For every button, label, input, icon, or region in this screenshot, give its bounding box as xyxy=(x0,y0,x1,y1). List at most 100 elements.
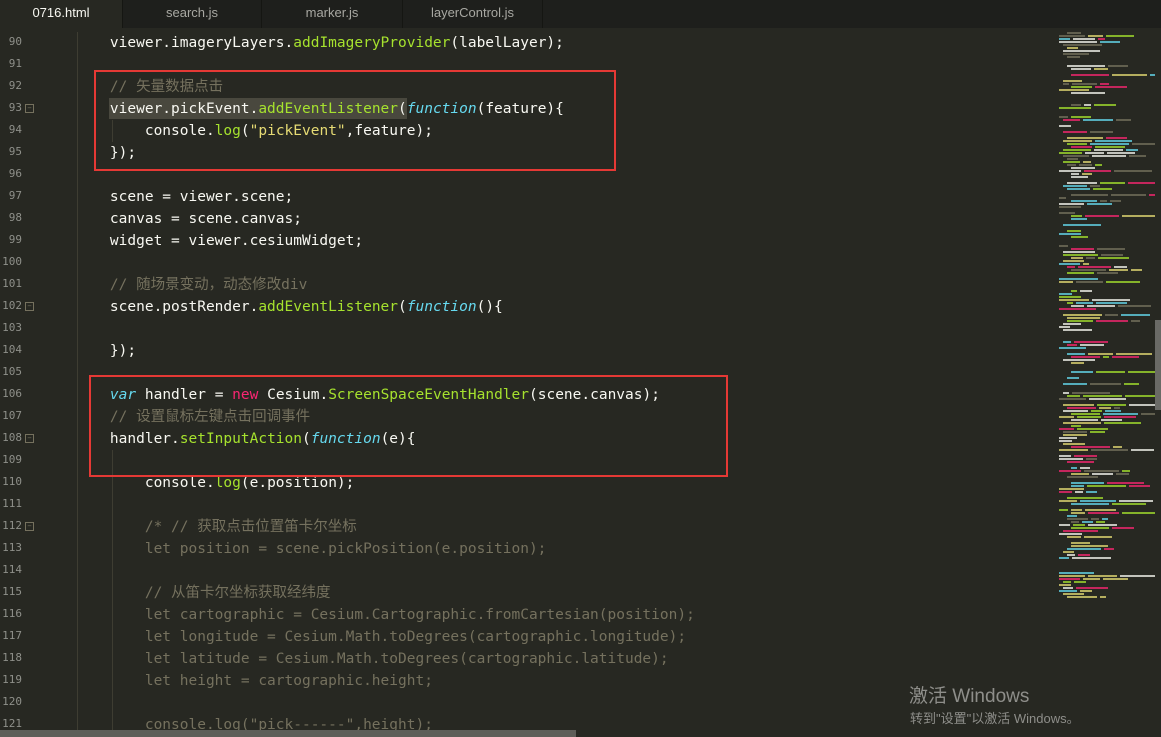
minimap-line xyxy=(1067,377,1079,379)
minimap-line xyxy=(1095,86,1127,88)
minimap-line xyxy=(1063,434,1087,436)
minimap-line xyxy=(1059,347,1086,349)
code-line: let cartographic = Cesium.Cartographic.f… xyxy=(75,604,695,626)
minimap-line xyxy=(1059,233,1081,235)
minimap-line xyxy=(1063,251,1095,253)
minimap-line xyxy=(1112,527,1134,529)
minimap-line xyxy=(1092,473,1113,475)
minimap-line xyxy=(1067,143,1087,145)
minimap-line xyxy=(1059,578,1080,580)
minimap-line xyxy=(1090,431,1105,433)
minimap-line xyxy=(1083,119,1113,121)
minimap-line xyxy=(1095,140,1132,142)
minimap-line xyxy=(1072,392,1110,394)
minimap-line xyxy=(1073,38,1095,40)
horizontal-scrollbar[interactable] xyxy=(0,730,576,737)
minimap-line xyxy=(1059,437,1077,439)
minimap-line xyxy=(1100,41,1120,43)
minimap-line xyxy=(1083,161,1091,163)
minimap-line xyxy=(1141,413,1155,415)
minimap-line xyxy=(1063,50,1100,52)
minimap-line xyxy=(1063,404,1094,406)
minimap-line xyxy=(1059,152,1082,154)
minimap-line xyxy=(1063,161,1080,163)
minimap-line xyxy=(1067,344,1077,346)
minimap-line xyxy=(1072,557,1111,559)
minimap-line xyxy=(1067,554,1075,556)
minimap-line xyxy=(1098,257,1129,259)
minimap-line xyxy=(1122,512,1155,514)
minimap-line xyxy=(1073,524,1085,526)
minimap-line xyxy=(1067,302,1073,304)
activation-watermark-title: 激活 Windows xyxy=(909,686,1030,707)
minimap-line xyxy=(1071,269,1106,271)
code-token: (labelLayer); xyxy=(450,35,564,51)
minimap-line xyxy=(1067,320,1093,322)
code-token: let cartographic = Cesium.Cartographic.f… xyxy=(75,607,695,623)
minimap-line xyxy=(1071,305,1084,307)
minimap-line xyxy=(1096,371,1125,373)
minimap-line xyxy=(1071,104,1081,106)
minimap-line xyxy=(1084,170,1111,172)
minimap-line xyxy=(1063,260,1084,262)
minimap-line xyxy=(1106,137,1127,139)
minimap-line xyxy=(1107,152,1135,154)
minimap-line xyxy=(1059,470,1081,472)
minimap-line xyxy=(1067,476,1098,478)
minimap-line xyxy=(1059,557,1069,559)
minimap-line xyxy=(1085,509,1116,511)
minimap-line xyxy=(1104,548,1114,550)
minimap-line xyxy=(1080,344,1104,346)
vertical-scrollbar[interactable] xyxy=(1155,320,1161,410)
minimap-line xyxy=(1063,149,1091,151)
minimap-line xyxy=(1063,431,1087,433)
code-line: viewer.imageryLayers.addImageryProvider(… xyxy=(75,32,564,54)
minimap-line xyxy=(1067,461,1094,463)
minimap-line xyxy=(1080,500,1116,502)
minimap-line xyxy=(1116,119,1131,121)
minimap[interactable] xyxy=(1055,28,1161,737)
minimap-line xyxy=(1071,482,1104,484)
minimap-line xyxy=(1059,488,1084,490)
minimap-line xyxy=(1067,317,1100,319)
minimap-line xyxy=(1086,257,1095,259)
code-token: addImageryProvider xyxy=(293,35,451,51)
code-token: scene = viewer.scene; xyxy=(75,189,294,205)
minimap-line xyxy=(1067,137,1103,139)
minimap-line xyxy=(1131,449,1154,451)
minimap-line xyxy=(1071,146,1092,148)
code-token: viewer.imageryLayers. xyxy=(75,35,294,51)
minimap-line xyxy=(1063,593,1084,595)
minimap-line xyxy=(1088,524,1117,526)
minimap-line xyxy=(1119,500,1153,502)
minimap-line xyxy=(1063,53,1089,55)
minimap-line xyxy=(1080,290,1092,292)
minimap-line xyxy=(1086,491,1097,493)
minimap-line xyxy=(1071,512,1085,514)
minimap-line xyxy=(1059,440,1072,442)
minimap-line xyxy=(1059,509,1068,511)
code-line: canvas = scene.canvas; xyxy=(75,208,302,230)
minimap-line xyxy=(1071,413,1100,415)
minimap-line xyxy=(1106,35,1134,37)
code-token: let latitude = Cesium.Math.toDegrees(car… xyxy=(75,651,669,667)
minimap-line xyxy=(1071,248,1094,250)
minimap-line xyxy=(1063,119,1080,121)
code-token: log xyxy=(214,475,241,491)
minimap-line xyxy=(1063,323,1081,325)
minimap-line xyxy=(1063,587,1073,589)
minimap-line xyxy=(1067,548,1101,550)
minimap-line xyxy=(1067,182,1097,184)
highlight-box-pickevent xyxy=(94,70,616,171)
minimap-line xyxy=(1059,524,1070,526)
minimap-line xyxy=(1100,182,1125,184)
code-line: /* // 获取点击位置笛卡尔坐标 xyxy=(75,516,357,538)
code-token: /* // 获取点击位置笛卡尔坐标 xyxy=(75,519,357,535)
minimap-line xyxy=(1063,530,1098,532)
minimap-line xyxy=(1100,596,1106,598)
minimap-line xyxy=(1128,182,1155,184)
minimap-line xyxy=(1077,428,1108,430)
minimap-line xyxy=(1086,458,1097,460)
minimap-line xyxy=(1071,446,1110,448)
minimap-line xyxy=(1105,410,1121,412)
